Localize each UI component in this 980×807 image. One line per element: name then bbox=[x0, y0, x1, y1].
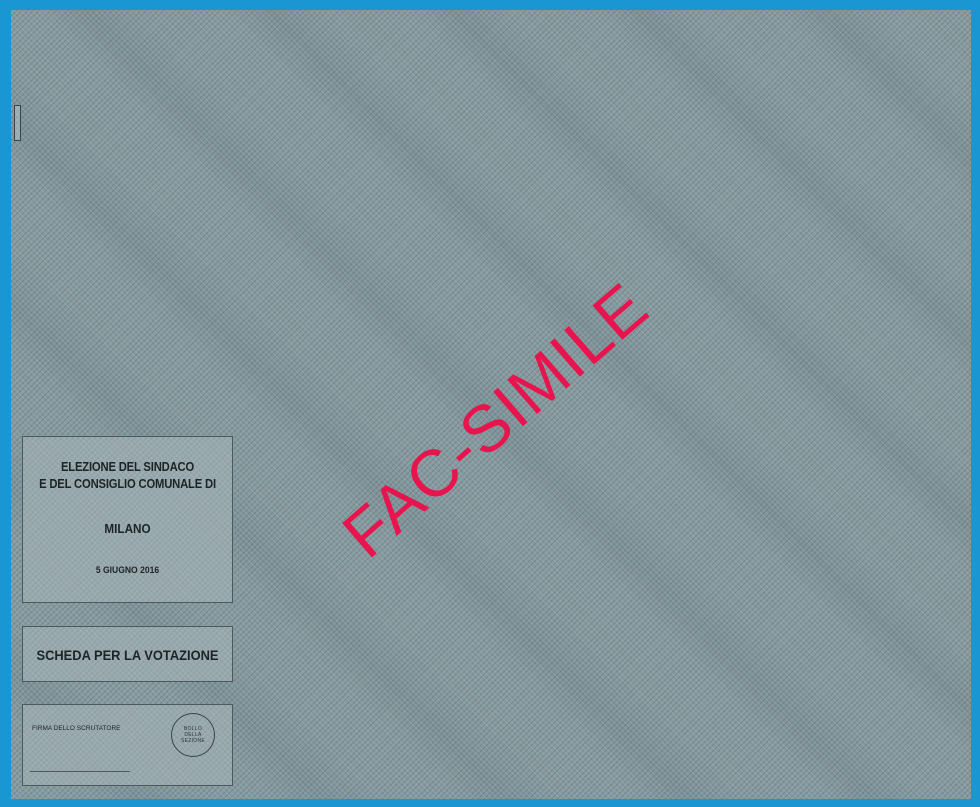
fac-simile-watermark: FAC-SIMILE bbox=[328, 268, 662, 572]
signature-panel: FIRMA DELLO SCRUTATORE BOLLO DELLA SEZIO… bbox=[22, 704, 233, 786]
side-mark bbox=[14, 105, 21, 141]
ballot-label: SCHEDA PER LA VOTAZIONE bbox=[36, 647, 219, 663]
election-title-line-2: E DEL CONSIGLIO COMUNALE DI bbox=[39, 477, 216, 491]
election-title-line-1: ELEZIONE DEL SINDACO bbox=[60, 460, 195, 474]
section-seal: BOLLO DELLA SEZIONE bbox=[171, 713, 215, 757]
ballot-sheet: ELEZIONE DEL SINDACO E DEL CONSIGLIO COM… bbox=[11, 10, 971, 799]
signature-line bbox=[30, 771, 130, 772]
election-date: 5 GIUGNO 2016 bbox=[95, 565, 160, 576]
city-name: MILANO bbox=[104, 521, 151, 536]
seal-text-line-3: SEZIONE bbox=[180, 738, 206, 744]
election-title: ELEZIONE DEL SINDACO E DEL CONSIGLIO COM… bbox=[33, 459, 221, 493]
election-info-panel: ELEZIONE DEL SINDACO E DEL CONSIGLIO COM… bbox=[22, 436, 233, 603]
scrutineer-signature-label: FIRMA DELLO SCRUTATORE bbox=[32, 725, 121, 732]
ballot-label-panel: SCHEDA PER LA VOTAZIONE bbox=[22, 626, 233, 682]
